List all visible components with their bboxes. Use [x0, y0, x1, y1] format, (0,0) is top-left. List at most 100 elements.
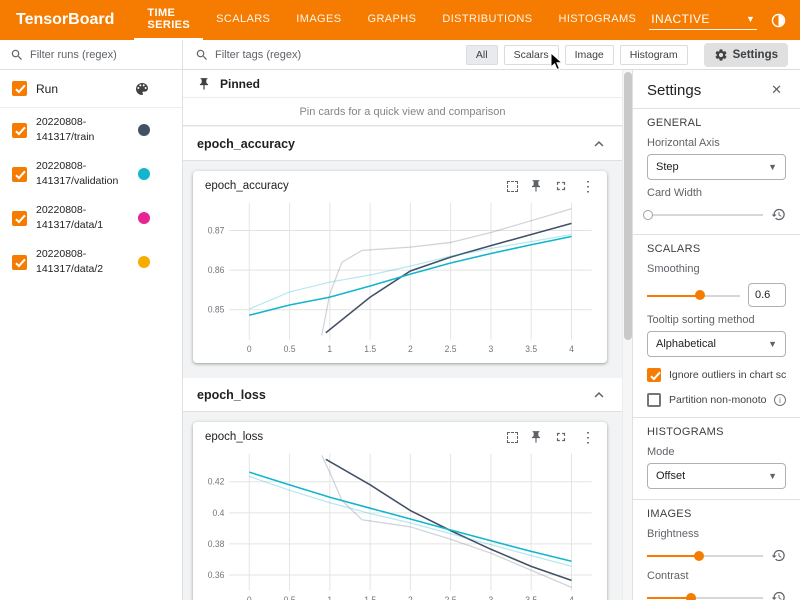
chevron-up-icon[interactable] — [590, 135, 608, 153]
runs-sidebar: Run 20220808-141317/train 20220808-14131… — [0, 40, 183, 600]
chevron-down-icon: ▼ — [768, 162, 777, 172]
status-value: INACTIVE — [651, 12, 710, 26]
tab-distributions[interactable]: DISTRIBUTIONS — [429, 0, 545, 40]
tab-graphs[interactable]: GRAPHS — [354, 0, 429, 40]
run-color-dot[interactable] — [138, 256, 150, 268]
tab-time-series[interactable]: TIME SERIES — [134, 0, 203, 40]
tab-scalars[interactable]: SCALARS — [203, 0, 283, 40]
svg-text:2: 2 — [408, 595, 413, 600]
fit-domain-icon[interactable] — [507, 432, 518, 443]
run-row-data-2[interactable]: 20220808-141317/data/2 — [0, 240, 182, 284]
run-checkbox[interactable] — [12, 123, 27, 138]
slider-thumb[interactable] — [695, 290, 705, 300]
filter-chip-image[interactable]: Image — [565, 45, 614, 65]
select-value: Step — [656, 161, 679, 173]
section-heading: HISTOGRAMS — [647, 426, 786, 438]
contrast-slider[interactable] — [647, 591, 763, 600]
pin-icon[interactable] — [529, 430, 543, 444]
reset-icon[interactable] — [771, 548, 786, 563]
theme-toggle-icon[interactable] — [770, 12, 787, 29]
reset-icon[interactable] — [771, 590, 786, 600]
select-all-runs-checkbox[interactable] — [12, 81, 27, 96]
svg-text:3.5: 3.5 — [525, 595, 537, 600]
filter-chip-scalars[interactable]: Scalars — [504, 45, 559, 65]
fullscreen-icon[interactable] — [554, 179, 568, 193]
horizontal-axis-select[interactable]: Step ▼ — [647, 154, 786, 180]
runs-filter-input[interactable] — [30, 49, 172, 61]
close-icon[interactable]: ✕ — [767, 80, 786, 100]
tags-filter-input[interactable] — [215, 49, 460, 61]
fullscreen-icon[interactable] — [554, 430, 568, 444]
pin-icon[interactable] — [529, 179, 543, 193]
epoch-accuracy-chart[interactable]: 00.511.522.533.540.850.860.87 — [193, 195, 607, 363]
run-row-train[interactable]: 20220808-141317/train — [0, 108, 182, 152]
run-row-data-1[interactable]: 20220808-141317/data/1 — [0, 196, 182, 240]
slider-thumb[interactable] — [686, 593, 696, 600]
tab-histograms[interactable]: HISTOGRAMS — [546, 0, 650, 40]
svg-text:0.5: 0.5 — [284, 344, 296, 354]
smoothing-slider[interactable] — [647, 289, 740, 302]
run-checkbox[interactable] — [12, 167, 27, 182]
cards-area: Pinned Pin cards for a quick view and co… — [183, 70, 622, 600]
run-row-validation[interactable]: 20220808-141317/validation — [0, 152, 182, 196]
settings-section-images: IMAGES Brightness Contrast — [633, 500, 800, 600]
run-checkbox[interactable] — [12, 211, 27, 226]
section-header-epoch-accuracy[interactable]: epoch_accuracy — [183, 127, 622, 161]
palette-icon[interactable] — [134, 81, 150, 97]
svg-text:0.4: 0.4 — [213, 508, 225, 518]
card-header: epoch_loss ⋮ — [193, 422, 607, 446]
ignore-outliers-checkbox[interactable] — [647, 368, 661, 382]
brightness-row — [647, 548, 786, 563]
pinned-empty-state: Pin cards for a quick view and compariso… — [183, 98, 622, 126]
svg-text:2.5: 2.5 — [445, 344, 457, 354]
slider-thumb[interactable] — [643, 210, 653, 220]
chevron-up-icon[interactable] — [590, 386, 608, 404]
filter-chip-all[interactable]: All — [466, 45, 498, 65]
contrast-row — [647, 590, 786, 600]
card-width-slider[interactable] — [647, 208, 763, 221]
ignore-outliers-row[interactable]: Ignore outliers in chart scaling — [647, 368, 786, 382]
settings-button[interactable]: Settings — [704, 43, 788, 67]
main-area: All Scalars Image Histogram Settings — [183, 40, 800, 600]
lower-row: Pinned Pin cards for a quick view and co… — [183, 70, 800, 600]
reload-status-dropdown[interactable]: INACTIVE ▼ — [649, 10, 757, 30]
more-options-icon[interactable]: ⋮ — [579, 179, 597, 193]
main-scrollbar[interactable] — [622, 70, 632, 600]
section-heading: GENERAL — [647, 117, 786, 129]
histogram-mode-select[interactable]: Offset ▼ — [647, 463, 786, 489]
run-color-dot[interactable] — [138, 168, 150, 180]
scalar-card-epoch-loss: epoch_loss ⋮ — [193, 422, 607, 600]
scrollbar-thumb[interactable] — [624, 72, 632, 340]
section-header-epoch-loss[interactable]: epoch_loss — [183, 378, 622, 412]
smoothing-value-input[interactable]: 0.6 — [748, 283, 786, 307]
fit-domain-icon[interactable] — [507, 181, 518, 192]
brightness-slider[interactable] — [647, 549, 763, 562]
tooltip-sort-select[interactable]: Alphabetical ▼ — [647, 331, 786, 357]
tab-images[interactable]: IMAGES — [283, 0, 354, 40]
epoch-loss-chart[interactable]: 00.511.522.533.540.360.380.40.42 — [193, 446, 607, 600]
card-actions: ⋮ — [507, 179, 597, 193]
settings-button-label: Settings — [733, 49, 778, 61]
pinned-section-header: Pinned — [183, 70, 622, 98]
app-header: TensorBoard TIME SERIES SCALARS IMAGES G… — [0, 0, 800, 40]
reset-icon[interactable] — [771, 207, 786, 222]
partition-x-axis-checkbox[interactable] — [647, 393, 661, 407]
run-color-dot[interactable] — [138, 212, 150, 224]
run-name: 20220808-141317/train — [36, 115, 129, 144]
svg-text:4: 4 — [569, 344, 574, 354]
card-width-row — [647, 207, 786, 222]
info-icon[interactable]: i — [774, 394, 786, 406]
runs-column-header: Run — [36, 82, 125, 96]
card-header: epoch_accuracy ⋮ — [193, 171, 607, 195]
run-checkbox[interactable] — [12, 255, 27, 270]
svg-text:0.5: 0.5 — [284, 595, 296, 600]
filter-chip-histogram[interactable]: Histogram — [620, 45, 688, 65]
more-options-icon[interactable]: ⋮ — [579, 430, 597, 444]
contrast-label: Contrast — [647, 570, 786, 582]
slider-thumb[interactable] — [694, 551, 704, 561]
partition-x-axis-row[interactable]: Partition non-monotonic X axis i — [647, 393, 786, 407]
section-title: epoch_loss — [197, 388, 266, 402]
histogram-mode-label: Mode — [647, 446, 786, 458]
settings-panel: Settings ✕ GENERAL Horizontal Axis Step … — [632, 70, 800, 600]
run-color-dot[interactable] — [138, 124, 150, 136]
